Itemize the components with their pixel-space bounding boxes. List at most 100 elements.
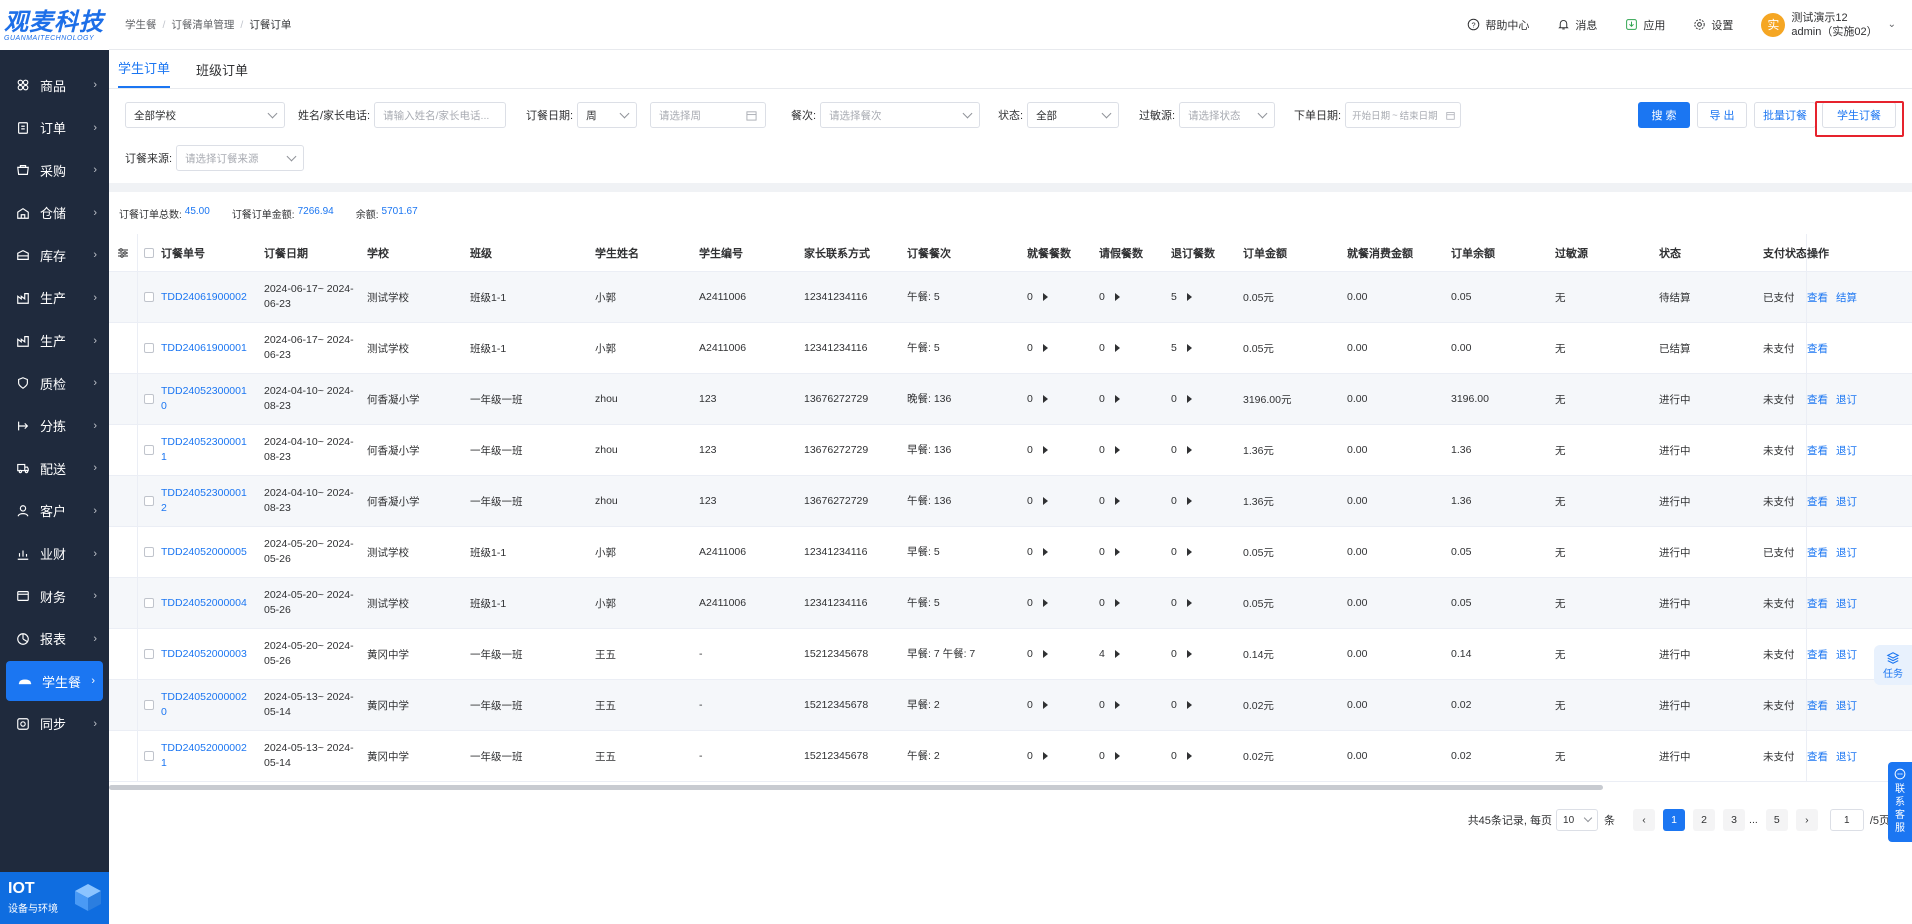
settings-button[interactable]: 设置 xyxy=(1693,17,1733,33)
caret-right-icon[interactable] xyxy=(1186,497,1192,505)
sidebar-item[interactable]: 商品 › xyxy=(0,65,109,105)
view-link[interactable]: 查看 xyxy=(1807,290,1828,305)
sidebar-item[interactable]: 报表 › xyxy=(0,619,109,659)
caret-right-icon[interactable] xyxy=(1186,395,1192,403)
school-select[interactable]: 全部学校 xyxy=(125,102,285,128)
caret-right-icon[interactable] xyxy=(1114,446,1120,454)
name-phone-input[interactable]: 请输入姓名/家长电话... xyxy=(374,102,507,128)
view-link[interactable]: 查看 xyxy=(1807,545,1828,560)
caret-right-icon[interactable] xyxy=(1186,344,1192,352)
row-checkbox[interactable] xyxy=(137,323,161,373)
caret-right-icon[interactable] xyxy=(1186,599,1192,607)
sidebar-item[interactable]: 财务 › xyxy=(0,576,109,616)
source-select[interactable]: 请选择订餐来源 xyxy=(176,145,305,171)
caret-right-icon[interactable] xyxy=(1114,599,1120,607)
page-button[interactable]: 3 xyxy=(1723,809,1746,831)
order-number-link[interactable]: TDD240520000020 xyxy=(161,690,251,720)
row-checkbox[interactable] xyxy=(137,476,161,526)
table-row[interactable]: TDD24052000004 2024-05-20~ 2024-05-26 测试学校… xyxy=(109,578,1912,629)
action-link[interactable]: 结算 xyxy=(1836,290,1857,305)
view-link[interactable]: 查看 xyxy=(1807,392,1828,407)
table-row[interactable]: TDD240520000021 2024-05-13~ 2024-05-14 黄冈中… xyxy=(109,731,1912,782)
sidebar-item[interactable]: 订单 › xyxy=(0,108,109,148)
order-number-link[interactable]: TDD240523000012 xyxy=(161,486,251,516)
page-jump-input[interactable]: 1 xyxy=(1829,809,1864,831)
caret-right-icon[interactable] xyxy=(1114,293,1120,301)
action-link[interactable]: 退订 xyxy=(1836,545,1857,560)
caret-right-icon[interactable] xyxy=(1186,650,1192,658)
action-link[interactable]: 退订 xyxy=(1836,647,1857,662)
caret-right-icon[interactable] xyxy=(1042,701,1048,709)
sidebar-item[interactable]: 生产 › xyxy=(0,321,109,361)
caret-right-icon[interactable] xyxy=(1042,599,1048,607)
messages-button[interactable]: 消息 xyxy=(1557,17,1597,33)
action-link[interactable]: 退订 xyxy=(1836,749,1857,764)
breadcrumb-item[interactable]: 订餐清单管理 xyxy=(171,17,234,32)
sidebar-item[interactable]: 同步 › xyxy=(0,704,109,744)
page-size-select[interactable]: 10 xyxy=(1556,809,1599,831)
week-picker[interactable]: 请选择周 xyxy=(650,102,766,128)
caret-right-icon[interactable] xyxy=(1114,395,1120,403)
action-link[interactable]: 退订 xyxy=(1836,443,1857,458)
allergen-select[interactable]: 请选择状态 xyxy=(1179,102,1276,128)
horizontal-scrollbar[interactable] xyxy=(109,785,1603,790)
brand-logo[interactable]: 观麦科技 GUANMAITECHNOLOGY xyxy=(0,0,109,50)
action-link[interactable]: 退订 xyxy=(1836,392,1857,407)
view-link[interactable]: 查看 xyxy=(1807,749,1828,764)
sidebar-item[interactable]: 分拣 › xyxy=(0,406,109,446)
caret-right-icon[interactable] xyxy=(1042,650,1048,658)
order-number-link[interactable]: TDD240520000021 xyxy=(161,741,251,771)
row-checkbox[interactable] xyxy=(137,425,161,475)
table-row[interactable]: TDD24052000005 2024-05-20~ 2024-05-26 测试学校… xyxy=(109,527,1912,578)
column-settings-button[interactable] xyxy=(109,234,137,271)
tab-class-orders[interactable]: 班级订单 xyxy=(196,60,248,88)
table-row[interactable]: TDD24061900001 2024-06-17~ 2024-06-23 测试学校… xyxy=(109,323,1912,374)
row-checkbox[interactable] xyxy=(137,578,161,628)
action-link[interactable]: 退订 xyxy=(1836,596,1857,611)
order-number-link[interactable]: TDD24052000003 xyxy=(161,647,247,662)
caret-right-icon[interactable] xyxy=(1042,344,1048,352)
caret-right-icon[interactable] xyxy=(1186,446,1192,454)
table-row[interactable]: TDD240523000012 2024-04-10~ 2024-08-23 何香凝… xyxy=(109,476,1912,527)
sidebar-item[interactable]: 业财 › xyxy=(0,534,109,574)
sidebar-item[interactable]: 仓储 › xyxy=(0,193,109,233)
page-button[interactable]: 5 xyxy=(1765,809,1788,831)
caret-right-icon[interactable] xyxy=(1042,752,1048,760)
order-number-link[interactable]: TDD24061900001 xyxy=(161,341,247,356)
task-float-button[interactable]: 任务 xyxy=(1874,645,1912,685)
row-checkbox[interactable] xyxy=(137,527,161,577)
row-checkbox[interactable] xyxy=(137,629,161,679)
breadcrumb-item[interactable]: 学生餐 xyxy=(125,17,157,32)
sidebar-item[interactable]: 质检 › xyxy=(0,363,109,403)
tab-student-orders[interactable]: 学生订单 xyxy=(118,58,171,88)
sidebar-item[interactable]: 配送 › xyxy=(0,448,109,488)
caret-right-icon[interactable] xyxy=(1042,446,1048,454)
caret-right-icon[interactable] xyxy=(1186,701,1192,709)
caret-right-icon[interactable] xyxy=(1114,497,1120,505)
caret-right-icon[interactable] xyxy=(1114,752,1120,760)
batch-order-button[interactable]: 批量订餐 xyxy=(1754,102,1816,128)
table-row[interactable]: TDD24061900002 2024-06-17~ 2024-06-23 测试学校… xyxy=(109,272,1912,323)
row-checkbox[interactable] xyxy=(137,680,161,730)
user-menu[interactable]: 实 测试演示12 admin（实施02） ⌄ xyxy=(1761,11,1896,39)
status-select[interactable]: 全部 xyxy=(1027,102,1120,128)
caret-right-icon[interactable] xyxy=(1042,293,1048,301)
sidebar-item[interactable]: 库存 › xyxy=(0,235,109,275)
caret-right-icon[interactable] xyxy=(1186,548,1192,556)
caret-right-icon[interactable] xyxy=(1042,497,1048,505)
table-row[interactable]: TDD24052000003 2024-05-20~ 2024-05-26 黄冈中学… xyxy=(109,629,1912,680)
view-link[interactable]: 查看 xyxy=(1807,341,1828,356)
caret-right-icon[interactable] xyxy=(1186,293,1192,301)
prev-page-button[interactable]: ‹ xyxy=(1633,809,1656,831)
date-unit-select[interactable]: 周 xyxy=(577,102,638,128)
order-number-link[interactable]: TDD24052000004 xyxy=(161,596,247,611)
caret-right-icon[interactable] xyxy=(1042,395,1048,403)
meal-select[interactable]: 请选择餐次 xyxy=(820,102,981,128)
iot-banner[interactable]: IOT 设备与环境 xyxy=(0,872,109,924)
view-link[interactable]: 查看 xyxy=(1807,698,1828,713)
page-button[interactable]: 2 xyxy=(1693,809,1716,831)
caret-right-icon[interactable] xyxy=(1186,752,1192,760)
export-button[interactable]: 导 出 xyxy=(1697,102,1747,128)
order-number-link[interactable]: TDD24052000005 xyxy=(161,545,247,560)
view-link[interactable]: 查看 xyxy=(1807,443,1828,458)
